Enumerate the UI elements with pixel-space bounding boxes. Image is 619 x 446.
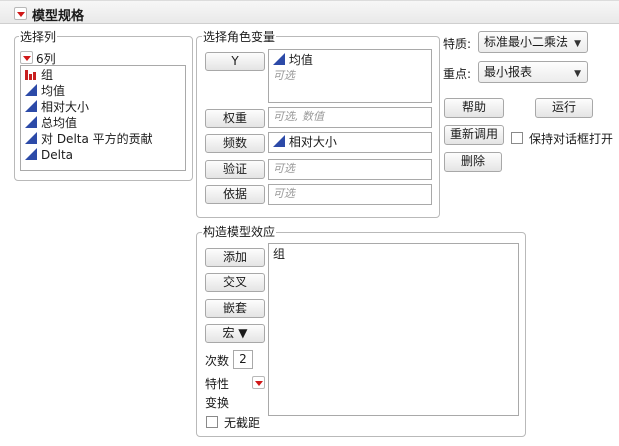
- personality-label: 特质:: [443, 37, 472, 51]
- y-button[interactable]: Y: [205, 52, 265, 71]
- attributes-label: 特性: [205, 377, 230, 391]
- roles-label: 选择角色变量: [202, 28, 277, 45]
- title-bar: 模型规格: [0, 0, 619, 24]
- weight-field[interactable]: 可选, 数值: [268, 107, 432, 128]
- red-triangle-menu-icon[interactable]: [14, 7, 27, 20]
- list-item[interactable]: 对 Delta 平方的贡献: [21, 131, 185, 147]
- list-item[interactable]: 组: [21, 67, 185, 83]
- continuous-triangle-icon: [273, 53, 285, 65]
- freq-value: 相对大小: [288, 135, 337, 149]
- y-placeholder: 可选: [273, 69, 295, 82]
- personality-select[interactable]: 标准最小二乘法 ▼: [478, 31, 588, 53]
- no-intercept-checkbox[interactable]: [206, 416, 218, 428]
- select-columns-label: 选择列: [19, 28, 58, 45]
- chevron-down-icon: ▼: [574, 69, 581, 79]
- list-item[interactable]: 均值: [21, 83, 185, 99]
- list-item[interactable]: 组: [269, 244, 518, 261]
- freq-field[interactable]: 相对大小: [268, 132, 432, 153]
- by-button[interactable]: 依据: [205, 185, 265, 204]
- recall-button[interactable]: 重新调用: [444, 125, 504, 145]
- no-intercept-label: 无截距: [224, 416, 261, 430]
- degree-label: 次数: [205, 354, 230, 368]
- chevron-down-icon: ▼: [574, 39, 581, 49]
- continuous-triangle-icon: [25, 84, 37, 96]
- columns-menu-icon[interactable]: [20, 51, 33, 64]
- emphasis-label: 重点:: [443, 67, 472, 81]
- continuous-triangle-icon: [25, 132, 37, 144]
- remove-button[interactable]: 删除: [444, 152, 502, 172]
- cross-button[interactable]: 交叉: [205, 273, 265, 292]
- run-button[interactable]: 运行: [535, 98, 593, 118]
- page-title: 模型规格: [32, 9, 85, 24]
- help-button[interactable]: 帮助: [444, 98, 504, 118]
- y-value: 均值: [288, 53, 313, 67]
- continuous-triangle-icon: [25, 100, 37, 112]
- degree-field[interactable]: 2: [233, 350, 253, 369]
- construct-effects-label: 构造模型效应: [202, 223, 277, 240]
- continuous-triangle-icon: [25, 116, 37, 128]
- freq-button[interactable]: 频数: [205, 134, 265, 153]
- attributes-menu-icon[interactable]: [251, 376, 265, 389]
- y-field[interactable]: 均值 可选: [268, 49, 432, 103]
- keep-open-checkbox[interactable]: [511, 132, 523, 144]
- keep-open-label: 保持对话框打开: [529, 132, 614, 146]
- continuous-triangle-icon: [25, 148, 37, 160]
- transform-label: 变换: [205, 396, 230, 410]
- continuous-triangle-icon: [273, 135, 285, 147]
- list-item[interactable]: 相对大小: [21, 99, 185, 115]
- validation-button[interactable]: 验证: [205, 160, 265, 179]
- nominal-bar-icon: [25, 70, 36, 80]
- validation-field[interactable]: 可选: [268, 159, 432, 180]
- list-item[interactable]: 总均值: [21, 115, 185, 131]
- macros-button[interactable]: 宏 ▼: [205, 324, 265, 343]
- column-list[interactable]: 组 均值 相对大小 总均值 对 Delta 平方的贡献 Delta: [20, 65, 186, 171]
- effects-list[interactable]: 组: [268, 243, 519, 416]
- emphasis-select[interactable]: 最小报表 ▼: [478, 61, 588, 83]
- nest-button[interactable]: 嵌套: [205, 299, 265, 318]
- weight-button[interactable]: 权重: [205, 109, 265, 128]
- by-field[interactable]: 可选: [268, 184, 432, 205]
- add-button[interactable]: 添加: [205, 248, 265, 267]
- list-item[interactable]: Delta: [21, 147, 185, 163]
